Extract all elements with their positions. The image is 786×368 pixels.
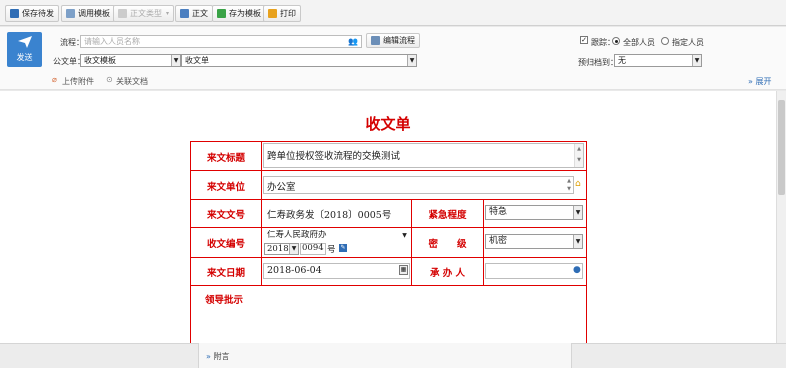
receive-no-label: 收文编号 [206,239,245,250]
date-value: 2018-06-04 [267,265,322,276]
urgency-select[interactable]: 特急 ▼ [485,205,583,220]
source-unit-label: 来文单位 [206,182,245,193]
chevron-down-icon: ▾ [166,10,170,17]
paper-plane-icon [17,36,32,48]
source-unit-input[interactable] [263,176,574,194]
track-checkbox[interactable]: ✓ [580,36,588,44]
specified-people-radio[interactable] [661,37,669,45]
note-panel[interactable] [198,343,572,368]
receive-seq-value: 0094 [302,243,324,253]
double-chevron-down-icon: » [748,77,753,86]
save-template-icon [217,9,226,18]
date-label: 来文日期 [206,268,245,279]
doc-type-button[interactable]: 正文类型 ▾ [113,5,175,22]
template-icon [66,9,75,18]
flow-input[interactable]: 请输入人员名称 👥 [80,35,362,48]
all-people-radio[interactable] [612,37,620,45]
save-as-template-button[interactable]: 存为模板 [212,5,266,22]
paperclip-icon: ⌀ [52,75,57,84]
receive-year-select[interactable]: 2018 ▼ [264,243,299,255]
urgency-label: 紧急程度 [428,210,467,221]
secret-select[interactable]: 机密 ▼ [485,234,583,249]
textarea-scrollbar[interactable]: ▲ ▼ [574,144,583,167]
chevron-down-icon: ▼ [289,244,298,254]
home-icon[interactable]: ⌂ [575,179,581,189]
chevron-down-icon: ▼ [573,206,582,219]
people-icon[interactable]: 👥 [348,36,358,47]
unit-scroll-arrows[interactable]: ▲ ▼ [565,177,573,193]
source-title-value: 跨单位授权签收流程的交换测试 [267,151,401,162]
edit-number-icon[interactable]: ✎ [339,244,347,252]
chevron-down-icon: ▼ [407,55,416,66]
doc-template-select[interactable]: 收文模板 ▼ [80,54,181,67]
receive-suffix: 号 [327,245,336,255]
toolbar: 保存待发 调用模板 正文类型 ▾ 正文 存为模板 打印 [0,0,786,26]
document-icon [180,9,189,18]
related-docs-link[interactable]: 关联文档 [116,76,148,87]
chevron-down-icon: ▼ [402,232,407,239]
use-template-button[interactable]: 调用模板 [61,5,115,22]
radio-dot [614,39,618,43]
specified-people-label: 指定人员 [672,38,704,47]
archive-label: 预归档到： [578,58,618,67]
vertical-scrollbar[interactable] [776,91,786,343]
leader-label: 领导批示 [205,295,244,306]
source-title-label: 来文标题 [206,153,245,164]
source-no-label: 来文文号 [206,210,245,221]
all-people-label: 全部人员 [623,38,655,47]
expand-toggle[interactable]: » 展开 [748,76,771,87]
save-draft-button[interactable]: 保存待发 [5,5,59,22]
doc-form-select[interactable]: 收文单 ▼ [181,54,417,67]
calendar-icon[interactable]: ▦ [399,265,408,275]
print-icon [268,9,277,18]
scrollbar-thumb[interactable] [778,100,785,195]
person-icon[interactable]: ● [573,265,581,275]
send-button[interactable]: 发送 [7,32,42,67]
receive-org-select[interactable]: 仁寿人民政府办 ▼ [264,230,409,242]
double-chevron-down-icon: » [206,352,211,361]
print-button[interactable]: 打印 [263,5,301,22]
handler-input[interactable] [485,263,583,279]
chevron-down-icon: ▼ [573,235,582,248]
main-text-button[interactable]: 正文 [175,5,213,22]
flow-edit-icon [371,36,380,45]
chevron-down-icon: ▼ [692,55,701,66]
archive-select[interactable]: 无 ▼ [614,54,702,67]
note-toggle[interactable]: » 附言 [206,351,229,362]
upload-attachment-link[interactable]: 上传附件 [62,76,94,87]
secret-label: 密 级 [428,239,467,250]
source-unit-value: 办公室 [267,182,296,193]
doc-type-icon [118,9,127,18]
source-no-value: 仁寿政务发〔2018〕0005号 [267,210,392,221]
save-icon [10,9,19,18]
edit-flow-button[interactable]: 编辑流程 [366,33,420,48]
chevron-down-icon: ▼ [171,55,180,66]
handler-label: 承 办 人 [429,268,466,279]
link-icon: ⊙ [106,75,113,84]
form-title: 收文单 [365,115,411,133]
